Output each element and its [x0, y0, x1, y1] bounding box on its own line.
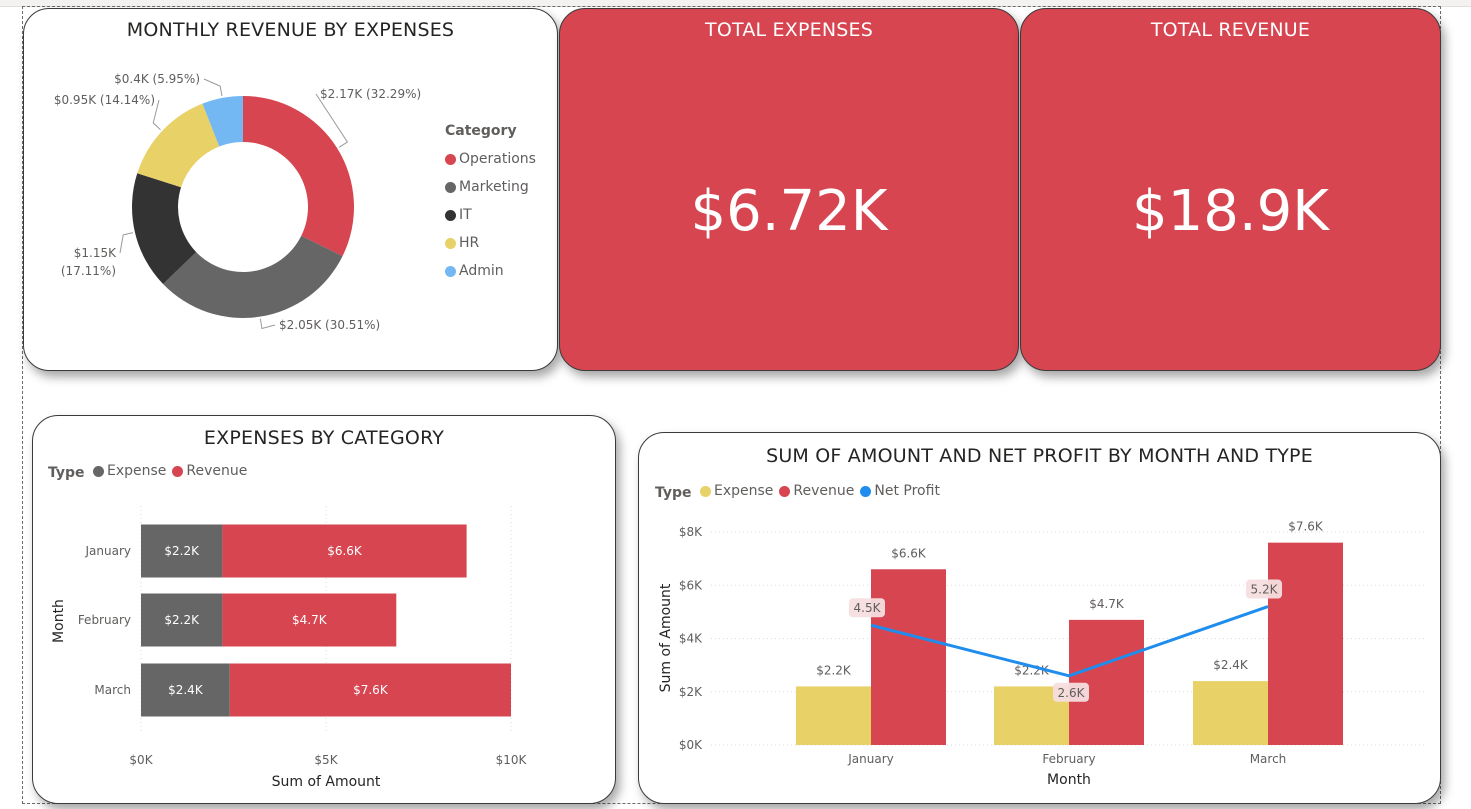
combo-y-tick-label: $4K	[679, 632, 703, 646]
combo-column-data-label: $6.6K	[891, 546, 927, 560]
legend-label: Operations	[459, 151, 536, 167]
donut-legend-item-marketing[interactable]: Marketing	[445, 173, 536, 201]
donut-data-label-operations: $2.17K (32.29%)	[320, 87, 421, 101]
donut-data-label-admin: $0.4K (5.95%)	[114, 72, 200, 86]
donut-data-label-hr: $0.95K (14.14%)	[54, 93, 155, 107]
donut-leader-line	[259, 318, 276, 330]
donut-legend-item-admin[interactable]: Admin	[445, 257, 536, 285]
bar-x-tick-label: $5K	[314, 753, 338, 767]
donut-slice-operations[interactable]	[243, 96, 354, 257]
combo-y-tick-label: $6K	[679, 578, 703, 592]
donut-data-label-it: $1.15K	[74, 246, 117, 260]
donut-legend-item-operations[interactable]: Operations	[445, 145, 536, 173]
combo-column-data-label: $2.2K	[816, 663, 852, 677]
donut-chart-card[interactable]: MONTHLY REVENUE BY EXPENSES $2.17K (32.2…	[23, 8, 558, 371]
net-profit-data-label: 5.2K	[1251, 583, 1279, 597]
amount-net-profit-card[interactable]: SUM OF AMOUNT AND NET PROFIT BY MONTH AN…	[638, 432, 1441, 804]
donut-legend-item-it[interactable]: IT	[445, 201, 536, 229]
bar-data-label: $7.6K	[353, 683, 389, 697]
total-revenue-value: $18.9K	[1131, 179, 1330, 244]
donut-legend: Category Operations Marketing IT HR Admin	[445, 123, 536, 285]
combo-column-revenue[interactable]	[871, 569, 946, 745]
legend-label: Admin	[459, 263, 504, 279]
donut-leader-line	[119, 232, 134, 254]
donut-legend-title: Category	[445, 123, 517, 139]
combo-x-axis-title: Month	[1047, 772, 1091, 788]
legend-dot	[445, 265, 456, 277]
bar-data-label: $2.2K	[164, 613, 200, 627]
net-profit-data-label: 4.5K	[854, 601, 882, 615]
total-expenses-title: TOTAL EXPENSES	[705, 19, 873, 41]
bar-category-label: February	[78, 613, 131, 627]
combo-y-tick-label: $0K	[679, 738, 703, 752]
bar-x-tick-label: $10K	[496, 753, 528, 767]
legend-label: HR	[459, 235, 480, 251]
combo-x-tick-label: February	[1042, 752, 1095, 766]
combo-column-data-label: $2.4K	[1213, 658, 1249, 672]
amount-net-profit-chart[interactable]: $0K$2K$4K$6K$8K$2.2K$6.6KJanuary$2.2K$4.…	[639, 433, 1440, 803]
bar-x-tick-label: $0K	[129, 753, 153, 767]
combo-column-expense[interactable]	[1193, 681, 1268, 745]
combo-y-axis-title: Sum of Amount	[658, 583, 674, 692]
donut-leader-line	[203, 78, 223, 97]
legend-dot	[445, 237, 456, 249]
bar-category-label: January	[85, 544, 132, 558]
donut-data-label-it-pct: (17.11%)	[61, 264, 116, 278]
expenses-by-category-chart[interactable]: $0K $5K $10K January $2.2K $6.6K February $2.2K…	[33, 416, 615, 803]
net-profit-data-label: 2.6K	[1058, 686, 1086, 700]
bar-data-label: $6.6K	[327, 544, 363, 558]
bar-y-axis-title: Month	[51, 599, 67, 643]
donut-data-label-marketing: $2.05K (30.51%)	[279, 318, 380, 332]
donut-slice-hr[interactable]	[137, 103, 220, 188]
combo-y-tick-label: $8K	[679, 525, 703, 539]
combo-column-expense[interactable]	[796, 686, 871, 745]
combo-column-data-label: $4.7K	[1089, 597, 1125, 611]
total-revenue-title: TOTAL REVENUE	[1150, 19, 1311, 41]
total-expenses-value: $6.72K	[690, 179, 888, 244]
legend-dot	[445, 209, 456, 221]
bar-category-label: March	[94, 683, 131, 697]
legend-dot	[445, 153, 456, 165]
combo-x-tick-label: March	[1250, 752, 1287, 766]
bar-data-label: $2.2K	[164, 544, 200, 558]
combo-column-data-label: $7.6K	[1288, 520, 1324, 534]
total-revenue-card[interactable]: TOTAL REVENUE $18.9K	[1020, 8, 1441, 371]
combo-x-tick-label: January	[847, 752, 894, 766]
bar-x-axis-title: Sum of Amount	[272, 774, 381, 790]
combo-column-revenue[interactable]	[1268, 542, 1343, 745]
combo-column-revenue[interactable]	[1069, 619, 1144, 745]
total-expenses-card[interactable]: TOTAL EXPENSES $6.72K	[559, 8, 1019, 371]
legend-label: IT	[459, 207, 472, 223]
legend-label: Marketing	[459, 179, 529, 195]
combo-y-tick-label: $2K	[679, 685, 703, 699]
legend-dot	[445, 181, 456, 193]
expenses-by-category-card[interactable]: EXPENSES BY CATEGORY Type Expense Revenue…	[32, 415, 616, 804]
bar-data-label: $2.4K	[168, 683, 204, 697]
bar-data-label: $4.7K	[292, 613, 328, 627]
donut-legend-item-hr[interactable]: HR	[445, 229, 536, 257]
